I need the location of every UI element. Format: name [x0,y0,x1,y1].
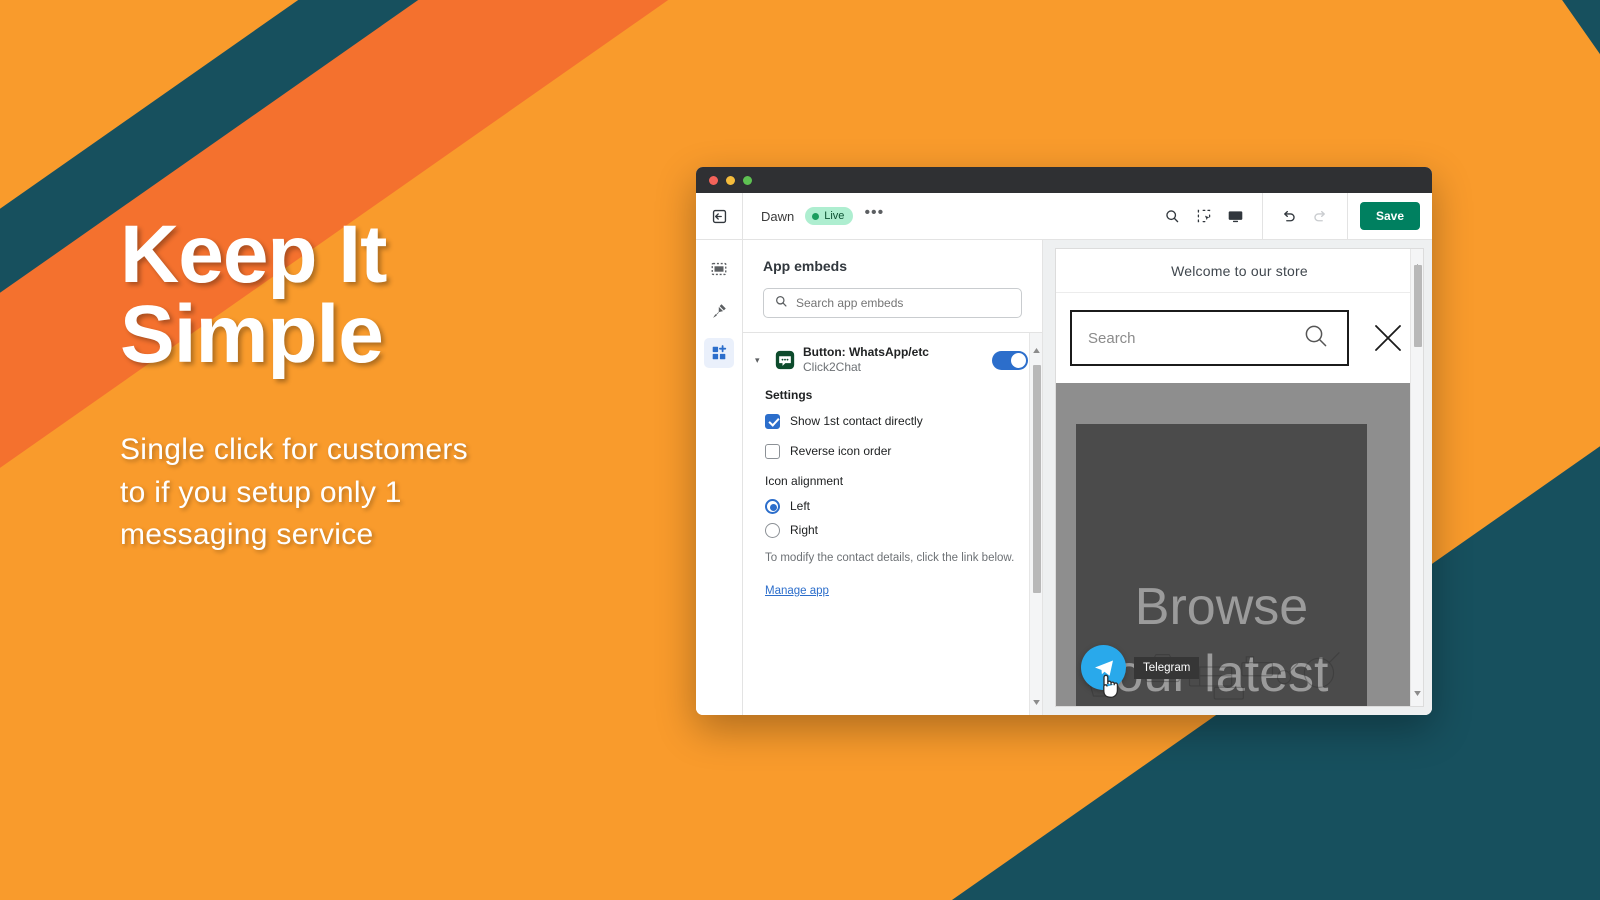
storefront-search-placeholder: Search [1088,329,1136,347]
panel-scrollbar-thumb[interactable] [1033,365,1041,593]
close-x-icon[interactable] [1371,321,1405,355]
page-subtitle: Single click for customers to if you set… [120,433,468,552]
radio-box[interactable] [765,522,780,538]
live-status-dot [812,212,820,220]
save-button[interactable]: Save [1359,202,1420,230]
editor-toolbar: Dawn Live ••• Save [696,192,1432,240]
storefront-preview: Welcome to our store Search Browse lates… [1055,248,1424,707]
panel-scroll-area: ▾ Button: WhatsApp/etc Click2Chat Settin… [743,332,1042,715]
toggle-knob [1011,352,1026,368]
redo-icon[interactable] [1305,200,1337,232]
sidebar-item-app-embeds[interactable] [704,338,734,368]
panel-search-row [743,288,1042,332]
storefront-search-field[interactable]: Search [1070,310,1349,366]
checkbox-box[interactable] [765,413,780,429]
scroll-up-arrow-icon[interactable] [1030,343,1042,357]
radio-icon-alignment-left[interactable]: Left [765,498,1028,514]
pointer-hand-cursor [1098,672,1120,705]
view-tools-group [1146,193,1262,240]
preview-scrollbar-thumb[interactable] [1414,265,1422,347]
storefront-search-row: Search [1056,293,1423,383]
checkbox-reverse-icon-order[interactable]: Reverse icon order [765,443,1028,459]
announcement-bar: Welcome to our store [1056,249,1423,293]
scroll-down-arrow-icon[interactable] [1411,686,1423,700]
panel-scrollbar[interactable] [1029,333,1042,715]
panel-title: App embeds [763,258,848,274]
maximize-dot[interactable] [743,175,752,185]
chat-tooltip: Telegram [1134,657,1200,679]
announcement-text: Welcome to our store [1171,262,1308,279]
page-title: Keep It Simple [120,209,387,380]
radio-icon-alignment-right[interactable]: Right [765,522,1028,538]
history-group [1261,192,1348,240]
theme-meta: Dawn Live ••• [743,205,1146,225]
checkbox-box[interactable] [765,443,780,459]
desktop-preview-icon[interactable] [1220,200,1252,232]
toolbar-actions: Save [1146,192,1432,240]
chevron-down-icon[interactable]: ▾ [755,355,767,366]
checkbox-label: Reverse icon order [790,444,892,459]
settings-heading: Settings [765,387,813,402]
chat-bubble-app-icon [775,350,795,370]
scroll-down-arrow-icon[interactable] [1030,695,1042,709]
checkbox-show-first-contact[interactable]: Show 1st contact directly [765,413,1028,429]
app-embed-toggle[interactable] [992,350,1028,370]
hero-copy: Keep It Simple Single click for customer… [120,209,640,557]
search-icon[interactable] [1301,321,1331,356]
more-menu-button[interactable]: ••• [864,205,884,222]
app-embed-texts: Button: WhatsApp/etc Click2Chat [803,345,984,376]
minimize-dot[interactable] [726,175,735,185]
settings-help-text: To modify the contact details, click the… [765,551,1015,564]
status-badge: Live [805,207,854,225]
browser-window: Dawn Live ••• Save App embeds Search app… [696,167,1432,715]
poster-canvas: Keep It Simple Single click for customer… [0,0,1600,900]
app-embed-title: Button: WhatsApp/etc [803,345,929,359]
icon-alignment-label: Icon alignment [765,473,844,488]
sidebar-item-theme-settings[interactable] [704,296,734,326]
sidebar-item-sections[interactable] [704,254,734,284]
search-app-embeds-field[interactable] [763,288,1022,318]
theme-name: Dawn [761,208,795,224]
close-dot[interactable] [709,175,718,185]
app-settings-block: Settings Show 1st contact directly Rever… [743,388,1042,599]
app-embeds-panel: App embeds ▾ [743,240,1043,715]
editor-rail [696,240,743,715]
storefront-hero: Browse our latest [1056,383,1423,706]
radio-box[interactable] [765,498,780,514]
app-embed-row[interactable]: ▾ Button: WhatsApp/etc Click2Chat [743,333,1042,388]
app-embed-subtitle: Click2Chat [803,360,862,374]
checkbox-label: Show 1st contact directly [790,414,923,429]
preview-scrollbar[interactable] [1410,249,1423,706]
window-titlebar [696,167,1432,193]
select-region-icon[interactable] [1188,200,1220,232]
editor-body: App embeds ▾ [696,240,1432,715]
undo-icon[interactable] [1273,200,1305,232]
exit-to-app-icon[interactable] [696,192,743,240]
search-icon[interactable] [1156,200,1188,232]
radio-label: Left [790,499,811,514]
search-input[interactable] [796,296,1011,310]
manage-app-link[interactable]: Manage app [765,585,829,597]
theme-preview-area: Welcome to our store Search Browse lates… [1043,240,1432,715]
status-badge-label: Live [824,210,845,222]
radio-label: Right [790,523,819,538]
search-icon [774,294,788,313]
